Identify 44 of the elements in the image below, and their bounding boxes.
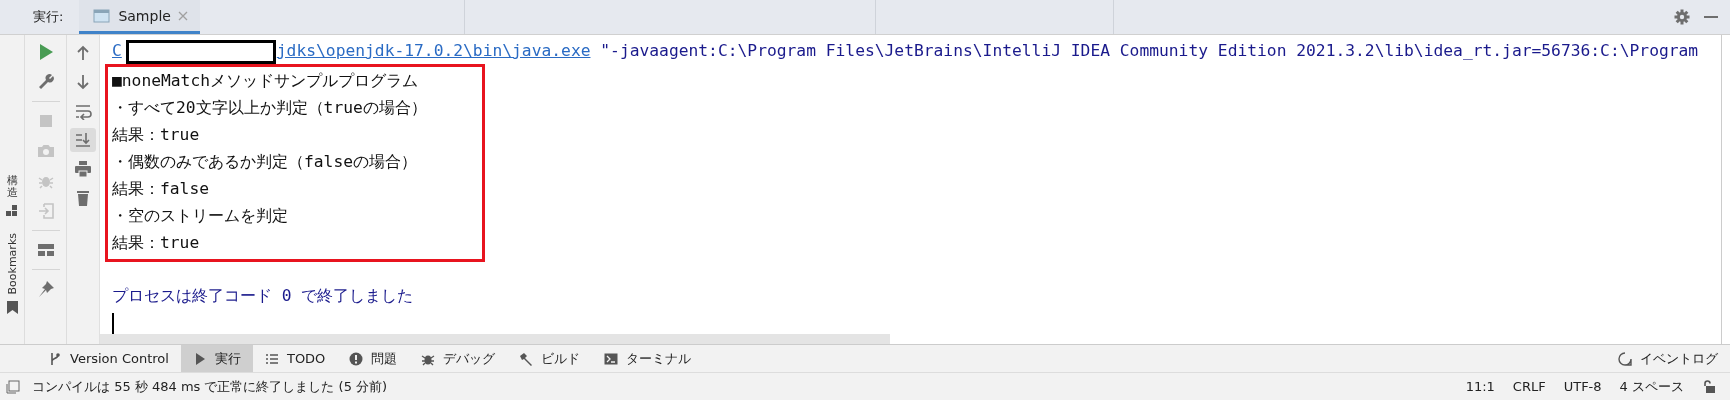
tool-tab[interactable]: Version Control	[36, 345, 181, 372]
bookmarks-tab[interactable]: Bookmarks	[5, 233, 19, 295]
exclamation-icon	[349, 351, 364, 366]
status-item[interactable]: UTF-8	[1563, 379, 1602, 394]
status-item[interactable]: 11:1	[1465, 379, 1495, 394]
console-line: 結果：false	[112, 178, 210, 200]
settings-icon[interactable]	[1674, 9, 1690, 25]
tool-tab[interactable]: 問題	[337, 345, 410, 372]
tool-tab[interactable]: ビルド	[507, 345, 593, 372]
unlocked-icon[interactable]	[1702, 379, 1716, 394]
hammer-icon	[519, 351, 534, 366]
scroll-to-end-icon[interactable]	[70, 128, 96, 152]
event-log-tab[interactable]: イベントログ	[1606, 345, 1730, 372]
console-line: ・すべて20文字以上か判定（trueの場合）	[112, 97, 428, 119]
list-icon	[264, 351, 279, 366]
branch-icon	[48, 351, 62, 366]
console-line: ・空のストリームを判定	[112, 205, 289, 227]
status-item[interactable]: 4 スペース	[1619, 377, 1684, 396]
console-line: ・偶数のみであるか判定（falseの場合）	[112, 151, 418, 173]
structure-tab[interactable]: 構造	[6, 175, 18, 200]
run-panel-label: 実行:	[32, 8, 65, 26]
scrollbar[interactable]	[100, 334, 890, 344]
status-item[interactable]: CRLF	[1512, 379, 1546, 394]
tool-tab[interactable]: TODO	[252, 345, 338, 372]
tool-tab[interactable]: デバッグ	[409, 345, 508, 372]
terminal-icon	[604, 351, 619, 366]
path-link[interactable]: jdks\openjdk-17.0.2\bin\java.exe	[276, 41, 591, 60]
minimize-icon[interactable]	[1704, 15, 1718, 19]
run-tab[interactable]: Sample	[79, 0, 200, 34]
bookmark-icon	[6, 300, 18, 314]
speech-bubble-icon	[1618, 351, 1632, 366]
tool-tab[interactable]: ターミナル	[592, 345, 704, 372]
console-line: ■noneMatchメソッドサンプルプログラム	[112, 70, 420, 92]
path-link[interactable]: C	[112, 41, 122, 60]
exit-message: プロセスは終了コード 0 で終了しました	[112, 285, 415, 307]
console-line: 結果：true	[112, 124, 201, 146]
status-message: コンパイルは 55 秒 484 ms で正常に終了しました (5 分前)	[32, 377, 388, 396]
tool-tab[interactable]: 実行	[180, 345, 253, 372]
command-text: "-javaagent:C:\Program Files\JetBrains\IntelliJ IDEA Community Edition 2021.3.2\lib\idea_rt.jar=56736:C:\Program	[600, 41, 1699, 60]
panel-toggle-icon[interactable]	[6, 379, 20, 394]
text-cursor	[112, 312, 114, 335]
structure-icon	[6, 205, 18, 218]
console-line: 結果：true	[112, 232, 201, 254]
window-icon	[93, 7, 112, 24]
